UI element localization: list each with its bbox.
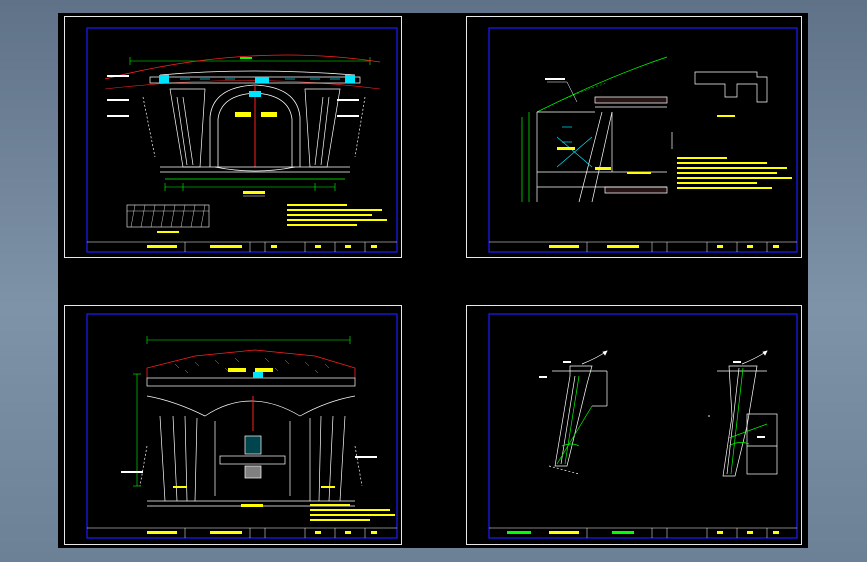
sheet-2-leaders [545, 78, 578, 103]
pier-elevation [521, 96, 673, 203]
sheet-1-section-title [243, 191, 265, 194]
sheet-2-drawing [488, 27, 798, 253]
sheet-1-title-block [87, 241, 397, 252]
sheet-4[interactable] [466, 305, 802, 545]
sheet-3-drawing [86, 313, 398, 539]
crown-outline [146, 349, 356, 378]
sheet-3[interactable] [64, 305, 402, 545]
front-deck [146, 368, 356, 387]
sheet-3-section-title [241, 504, 263, 507]
sheet-1-notes [287, 204, 387, 226]
front-piers [139, 395, 363, 507]
foundation-detail [126, 204, 210, 233]
sheet-4-frame [488, 313, 798, 539]
sheet-2-frame [488, 27, 798, 253]
deck [149, 70, 361, 84]
sheet-2[interactable] [466, 16, 802, 258]
sheet-3-title-block [87, 527, 397, 538]
sheet-3-notes [310, 504, 395, 521]
pier-detail-left [548, 350, 608, 475]
profile-detail [694, 71, 768, 117]
sheet-4-title-block [489, 527, 797, 538]
earth-fill-hatch [174, 357, 330, 374]
drawing-canvas[interactable] [58, 13, 808, 548]
sheet-1-frame [86, 27, 398, 253]
sheet-1-labels [107, 57, 359, 117]
sheet-1[interactable] [64, 16, 402, 258]
sheet-4-drawing [488, 313, 798, 539]
slope-line [536, 56, 668, 113]
arch [209, 84, 301, 172]
sheet-2-notes [677, 157, 792, 189]
reference-dot [708, 415, 710, 417]
sheet-2-title-block [489, 241, 797, 252]
sheet-3-dimensions [133, 336, 351, 487]
side-piers [142, 88, 366, 180]
sheet-1-drawing [86, 27, 398, 253]
pier-detail-right [717, 350, 778, 477]
